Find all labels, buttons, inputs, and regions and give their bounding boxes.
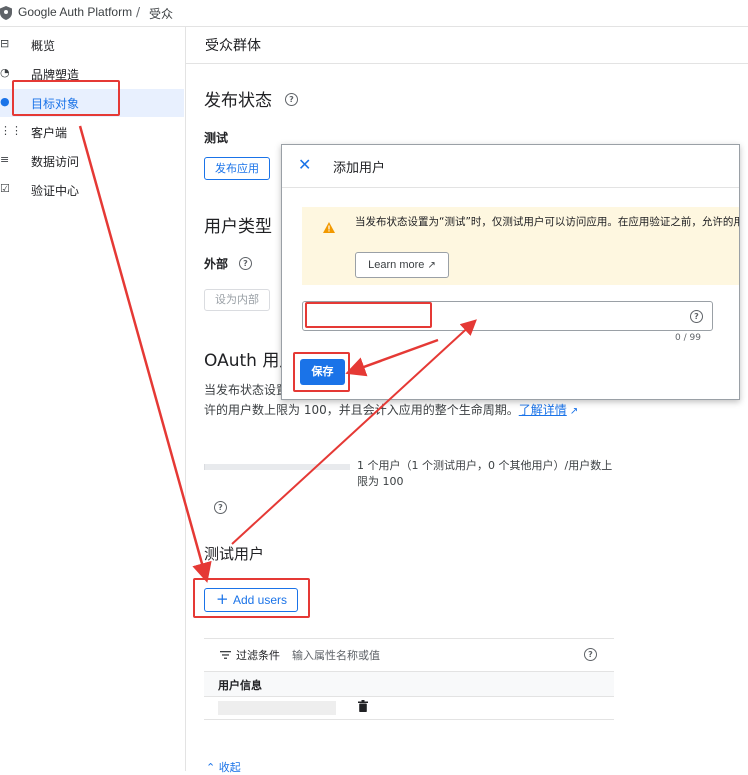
column-header-user-info[interactable]: 用户信息	[218, 677, 262, 693]
redacted-user-email	[218, 701, 336, 715]
make-internal-button: 设为内部	[204, 289, 270, 311]
user-type-value: 外部	[204, 257, 229, 271]
quota-progress-fill	[204, 464, 205, 470]
shield-icon	[0, 6, 12, 20]
divider	[204, 719, 614, 720]
chevron-up-icon: ⌃	[206, 761, 216, 774]
learn-more-label: Learn more	[368, 259, 425, 271]
test-users-table: 过滤条件 输入属性名称或值 ? 用户信息	[204, 638, 614, 721]
filter-input[interactable]: 输入属性名称或值	[292, 647, 380, 663]
page-title: 受众群体	[205, 38, 261, 54]
warning-banner: 当发布状态设置为“测试”时，仅测试用户可以访问应用。在应用验证之前，允许的用户数…	[302, 207, 739, 285]
dashboard-icon: ⊟	[0, 37, 10, 50]
sidebar: ⊟ 概览 ◔ 品牌塑造 ● 目标对象 ⋮⋮ 客户端 ≡ 数据访问 ☑ 验证中心	[0, 27, 186, 771]
help-icon[interactable]: ?	[690, 310, 703, 323]
person-icon: ●	[0, 95, 10, 108]
quota-text: 1 个用户（1 个测试用户，0 个其他用户）/用户数上限为 100	[357, 459, 613, 488]
checkbox-icon: ☑	[0, 182, 10, 195]
publish-status-heading: 发布状态	[204, 91, 272, 111]
breadcrumb-separator: /	[136, 5, 141, 19]
annotation-box-email-input	[305, 302, 432, 328]
list-settings-icon: ≡	[0, 153, 10, 166]
dialog-header: ✕ 添加用户	[282, 145, 739, 188]
annotation-box-save	[293, 352, 350, 392]
app-name[interactable]: Google Auth Platform	[18, 5, 132, 19]
divider	[186, 63, 748, 64]
sidebar-item-clients[interactable]: ⋮⋮ 客户端	[0, 118, 184, 146]
collapse-toggle[interactable]: ⌃ 收起	[206, 759, 241, 775]
help-icon[interactable]: ?	[584, 648, 597, 661]
character-counter: 0 / 99	[675, 333, 701, 343]
test-users-heading: 测试用户	[204, 545, 265, 563]
user-type-heading: 用户类型	[204, 217, 272, 237]
help-icon[interactable]: ?	[285, 93, 298, 106]
sidebar-item-overview[interactable]: ⊟ 概览	[0, 31, 184, 59]
filter-label: 过滤条件	[236, 649, 280, 662]
collapse-label: 收起	[218, 761, 241, 774]
quota-progress-bar	[204, 464, 350, 470]
breadcrumb-current: 受众	[149, 7, 174, 21]
sidebar-item-label: 数据访问	[31, 155, 80, 169]
external-link-icon: ↗	[427, 260, 436, 271]
publish-status-value: 测试	[204, 131, 229, 145]
warning-icon	[323, 222, 335, 233]
palette-icon: ◔	[0, 66, 10, 79]
sidebar-item-label: 客户端	[31, 126, 68, 140]
learn-more-link[interactable]: 了解详情	[519, 403, 567, 417]
sidebar-item-label: 概览	[31, 39, 56, 53]
help-icon[interactable]: ?	[214, 501, 227, 514]
learn-more-button[interactable]: Learn more ↗	[355, 252, 449, 278]
help-icon[interactable]: ?	[239, 257, 252, 270]
warning-text: 当发布状态设置为“测试”时，仅测试用户可以访问应用。在应用验证之前，允许的用户数…	[355, 214, 739, 231]
external-link-icon: ↗	[566, 406, 579, 417]
sidebar-item-data-access[interactable]: ≡ 数据访问	[0, 147, 184, 175]
filter-icon[interactable]	[220, 650, 231, 660]
warning-text-line-1: 当发布状态设置为“测试”时，仅测试用户可以访问应用。在应用验证之前，允许的用户数…	[355, 216, 739, 228]
annotation-box-add-users	[193, 578, 310, 618]
publish-app-button[interactable]: 发布应用	[204, 157, 270, 180]
annotation-box-audience	[12, 80, 120, 116]
table-header: 用户信息	[204, 671, 614, 697]
dialog-title: 添加用户	[333, 161, 386, 176]
trash-icon[interactable]	[358, 700, 368, 712]
sidebar-item-label: 验证中心	[31, 184, 80, 198]
sidebar-item-verification[interactable]: ☑ 验证中心	[0, 176, 184, 204]
grid-icon: ⋮⋮	[0, 124, 22, 137]
close-icon[interactable]: ✕	[298, 156, 311, 174]
top-bar: Google Auth Platform / 受众	[0, 0, 748, 27]
